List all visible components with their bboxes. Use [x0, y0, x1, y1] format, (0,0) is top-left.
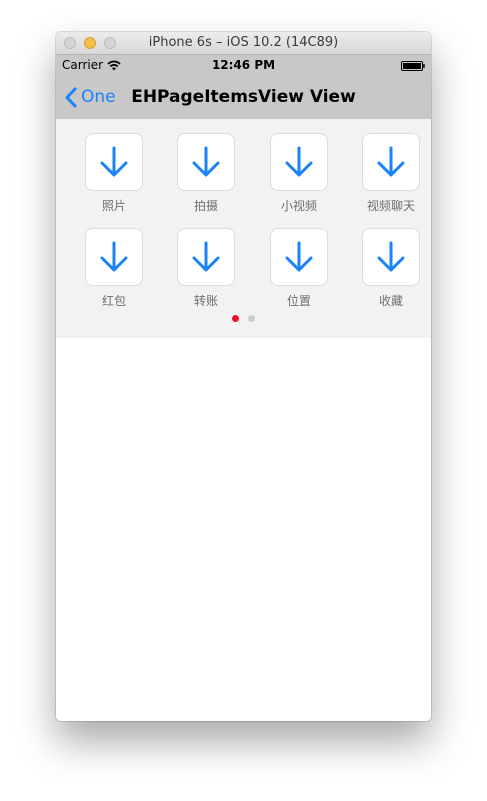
status-time: 12:46 PM: [211, 58, 276, 72]
window-titlebar: iPhone 6s – iOS 10.2 (14C89): [56, 32, 431, 55]
page-item[interactable]: 位置: [260, 228, 340, 312]
arrow-down-icon: [377, 241, 405, 272]
page-item[interactable]: 红包: [75, 228, 155, 312]
item-tile: [177, 228, 235, 286]
nav-title: EHPageItemsView View: [131, 87, 356, 107]
item-label: 收藏: [378, 294, 403, 308]
arrow-down-icon: [192, 146, 220, 177]
item-tile: [362, 133, 420, 191]
arrow-down-icon: [192, 241, 220, 272]
arrow-down-icon: [100, 146, 128, 177]
item-tile: [270, 133, 328, 191]
arrow-down-icon: [100, 241, 128, 272]
page-dot-active[interactable]: [232, 315, 239, 322]
battery-icon: [401, 61, 425, 71]
item-tile: [270, 228, 328, 286]
item-tile: [177, 133, 235, 191]
page-item[interactable]: 照片: [75, 133, 155, 217]
page-item[interactable]: 视频聊天: [352, 133, 431, 217]
device-screen: Carrier 12:46 PM One EHPageItemsView Vie…: [56, 55, 431, 721]
arrow-down-icon: [377, 146, 405, 177]
item-label: 位置: [286, 294, 311, 308]
item-label: 照片: [101, 199, 126, 213]
item-label: 拍摄: [193, 199, 218, 213]
arrow-down-icon: [285, 241, 313, 272]
page-item[interactable]: 拍摄: [167, 133, 247, 217]
item-label: 小视频: [280, 199, 317, 213]
page-item[interactable]: 转账: [167, 228, 247, 312]
page-item[interactable]: 小视频: [260, 133, 340, 217]
item-label: 视频聊天: [366, 199, 415, 213]
simulator-window: iPhone 6s – iOS 10.2 (14C89) Carrier 12:…: [56, 32, 431, 721]
item-tile: [85, 133, 143, 191]
arrow-down-icon: [285, 146, 313, 177]
item-tile: [362, 228, 420, 286]
item-label: 红包: [101, 294, 126, 308]
page-item[interactable]: 收藏: [352, 228, 431, 312]
content-area: [56, 338, 431, 721]
item-tile: [85, 228, 143, 286]
status-bar: Carrier 12:46 PM: [56, 55, 431, 75]
item-label: 转账: [193, 294, 218, 308]
navigation-bar: One EHPageItemsView View: [56, 75, 431, 119]
page-items-view[interactable]: 照片 拍摄 小视频 视频聊天 红包 转账 位置 收藏: [56, 119, 431, 338]
window-title: iPhone 6s – iOS 10.2 (14C89): [148, 35, 339, 50]
page-control[interactable]: [56, 315, 431, 323]
page-dot[interactable]: [248, 315, 255, 322]
